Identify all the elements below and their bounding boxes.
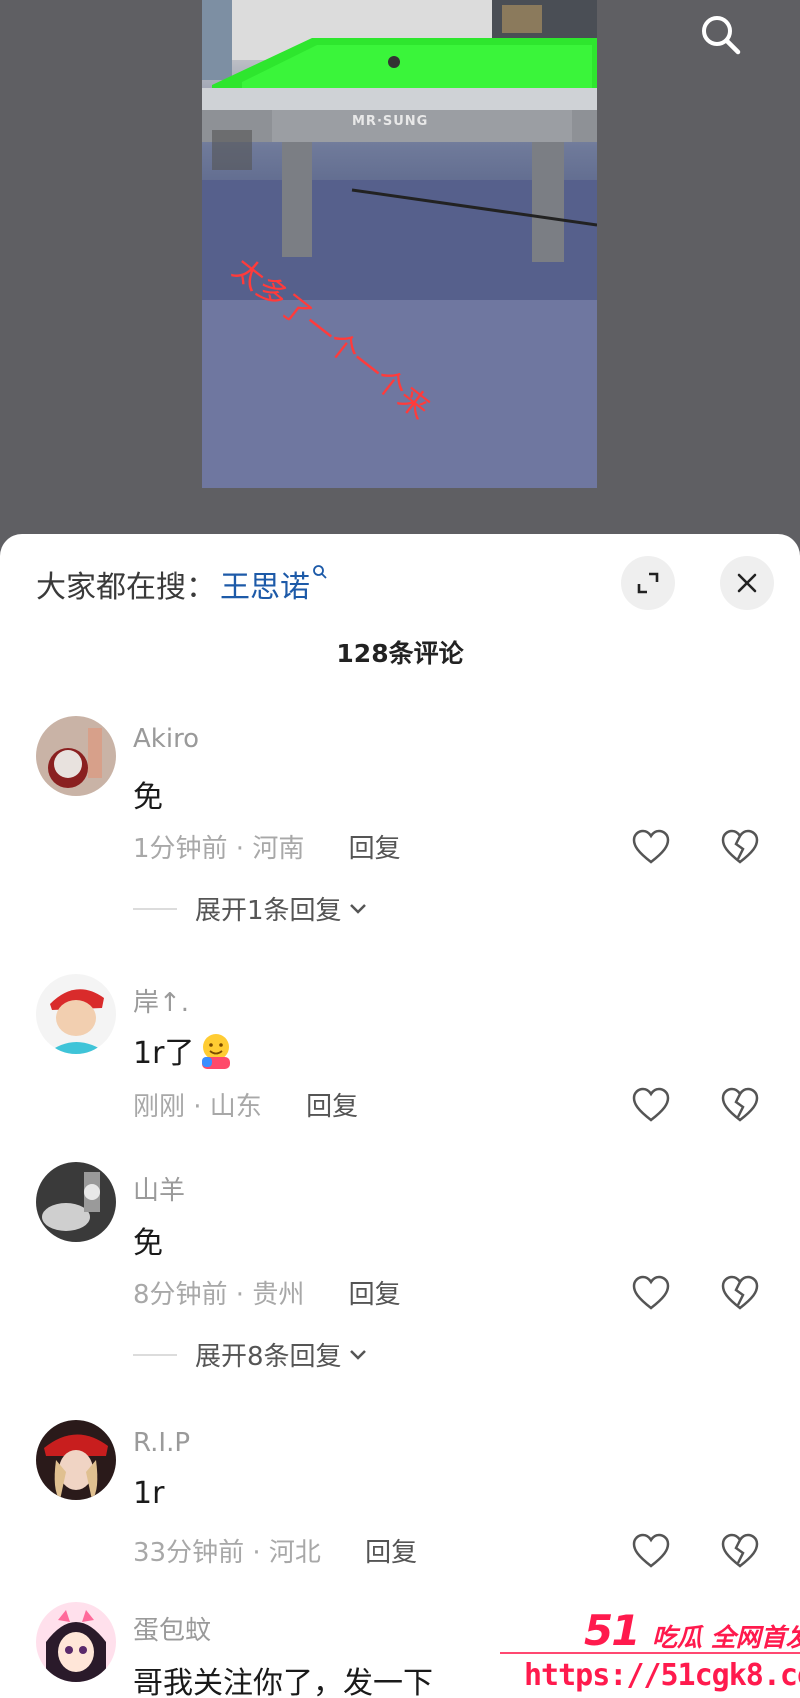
dislike-button[interactable] (719, 1272, 761, 1314)
watermark: 51 吃瓜 全网首发 https://51cgk8.com (500, 1606, 800, 1698)
dislike-button[interactable] (719, 1084, 761, 1126)
comment-username[interactable]: 岸↑. (133, 982, 189, 1019)
comment-count-title: 128条评论 (336, 639, 464, 668)
comment-text: 哥我关注你了，发一下 (133, 1666, 433, 1698)
comment-text: 1r (133, 1476, 165, 1511)
expand-replies-label: 展开1条回复 (195, 896, 342, 926)
expand-replies-label: 展开8条回复 (195, 1342, 342, 1372)
expand-replies-button[interactable]: 展开8条回复 (133, 1336, 370, 1373)
reply-button[interactable]: 回复 (349, 834, 401, 864)
comment-meta: 1分钟前 · 河南 回复 (133, 828, 401, 865)
comment-text: 免 (133, 780, 163, 815)
watermark-brand: 51 (584, 1606, 640, 1655)
comment-time-location: 1分钟前 · 河南 (133, 834, 305, 864)
comment-meta: 刚刚 · 山东 回复 (133, 1086, 358, 1123)
avatar[interactable] (36, 974, 116, 1054)
divider-line (133, 1353, 177, 1356)
comment-time-location: 刚刚 · 山东 (133, 1092, 262, 1122)
reply-button[interactable]: 回复 (365, 1538, 417, 1568)
comment-username[interactable]: 山羊 (133, 1170, 185, 1207)
avatar[interactable] (36, 1162, 116, 1242)
expand-replies-button[interactable]: 展开1条回复 (133, 890, 370, 927)
comment-time-location: 33分钟前 · 河北 (133, 1538, 321, 1568)
dislike-button[interactable] (719, 826, 761, 868)
hot-search-term-link[interactable]: 王思诺 (220, 562, 310, 606)
avatar[interactable] (36, 1420, 116, 1500)
comment-text: 1r了 (133, 1028, 236, 1072)
watermark-divider (500, 1652, 800, 1654)
reply-button[interactable]: 回复 (349, 1280, 401, 1310)
comment-username[interactable]: 蛋包蚊 (133, 1610, 211, 1647)
video-player[interactable]: MR·SUNG 太多了一个一个来 (0, 0, 800, 540)
comment-meta: 8分钟前 · 贵州 回复 (133, 1274, 401, 1311)
table-brand-label: MR·SUNG (352, 114, 429, 129)
heart-icon (632, 1533, 670, 1568)
chevron-down-icon (349, 1349, 366, 1360)
watermark-url: https://51cgk8.com (524, 1658, 800, 1693)
heart-icon (632, 829, 670, 864)
chevron-down-icon (349, 903, 366, 914)
like-button[interactable] (630, 1084, 672, 1126)
comment-username[interactable]: R.I.P (133, 1428, 190, 1458)
expand-fullscreen-button[interactable] (621, 556, 675, 610)
broken-heart-icon (721, 829, 759, 864)
like-button[interactable] (630, 1530, 672, 1572)
heart-icon (632, 1275, 670, 1310)
heart-icon (632, 1087, 670, 1122)
broken-heart-icon (721, 1087, 759, 1122)
comment-text: 免 (133, 1226, 163, 1261)
close-icon (737, 573, 757, 593)
close-button[interactable] (720, 556, 774, 610)
broken-heart-icon (721, 1275, 759, 1310)
comment-meta: 33分钟前 · 河北 回复 (133, 1532, 417, 1569)
divider-line (133, 907, 177, 910)
comment-text-value: 1r了 (133, 1036, 195, 1071)
reply-button[interactable]: 回复 (306, 1092, 358, 1122)
avatar[interactable] (36, 1602, 116, 1682)
comment-username[interactable]: Akiro (133, 724, 199, 754)
video-frame[interactable]: MR·SUNG 太多了一个一个来 (202, 0, 597, 488)
hot-search-bar: 大家都在搜： 王思诺 (36, 562, 328, 606)
comment-time-location: 8分钟前 · 贵州 (133, 1280, 305, 1310)
search-button[interactable] (694, 8, 750, 64)
dislike-button[interactable] (719, 1530, 761, 1572)
watermark-tagline: 吃瓜 全网首发 (652, 1623, 800, 1652)
comment-sheet: 大家都在搜： 王思诺 128条评论 Akiro 免 1分钟前 · 河南 回复 展… (0, 534, 800, 1698)
avatar[interactable] (36, 716, 116, 796)
small-search-icon (312, 564, 328, 585)
search-icon (702, 16, 741, 55)
broken-heart-icon (721, 1533, 759, 1568)
like-button[interactable] (630, 1272, 672, 1314)
like-button[interactable] (630, 826, 672, 868)
hot-search-label: 大家都在搜： (36, 570, 216, 605)
expand-icon (637, 572, 659, 594)
hug-face-icon (196, 1031, 236, 1071)
